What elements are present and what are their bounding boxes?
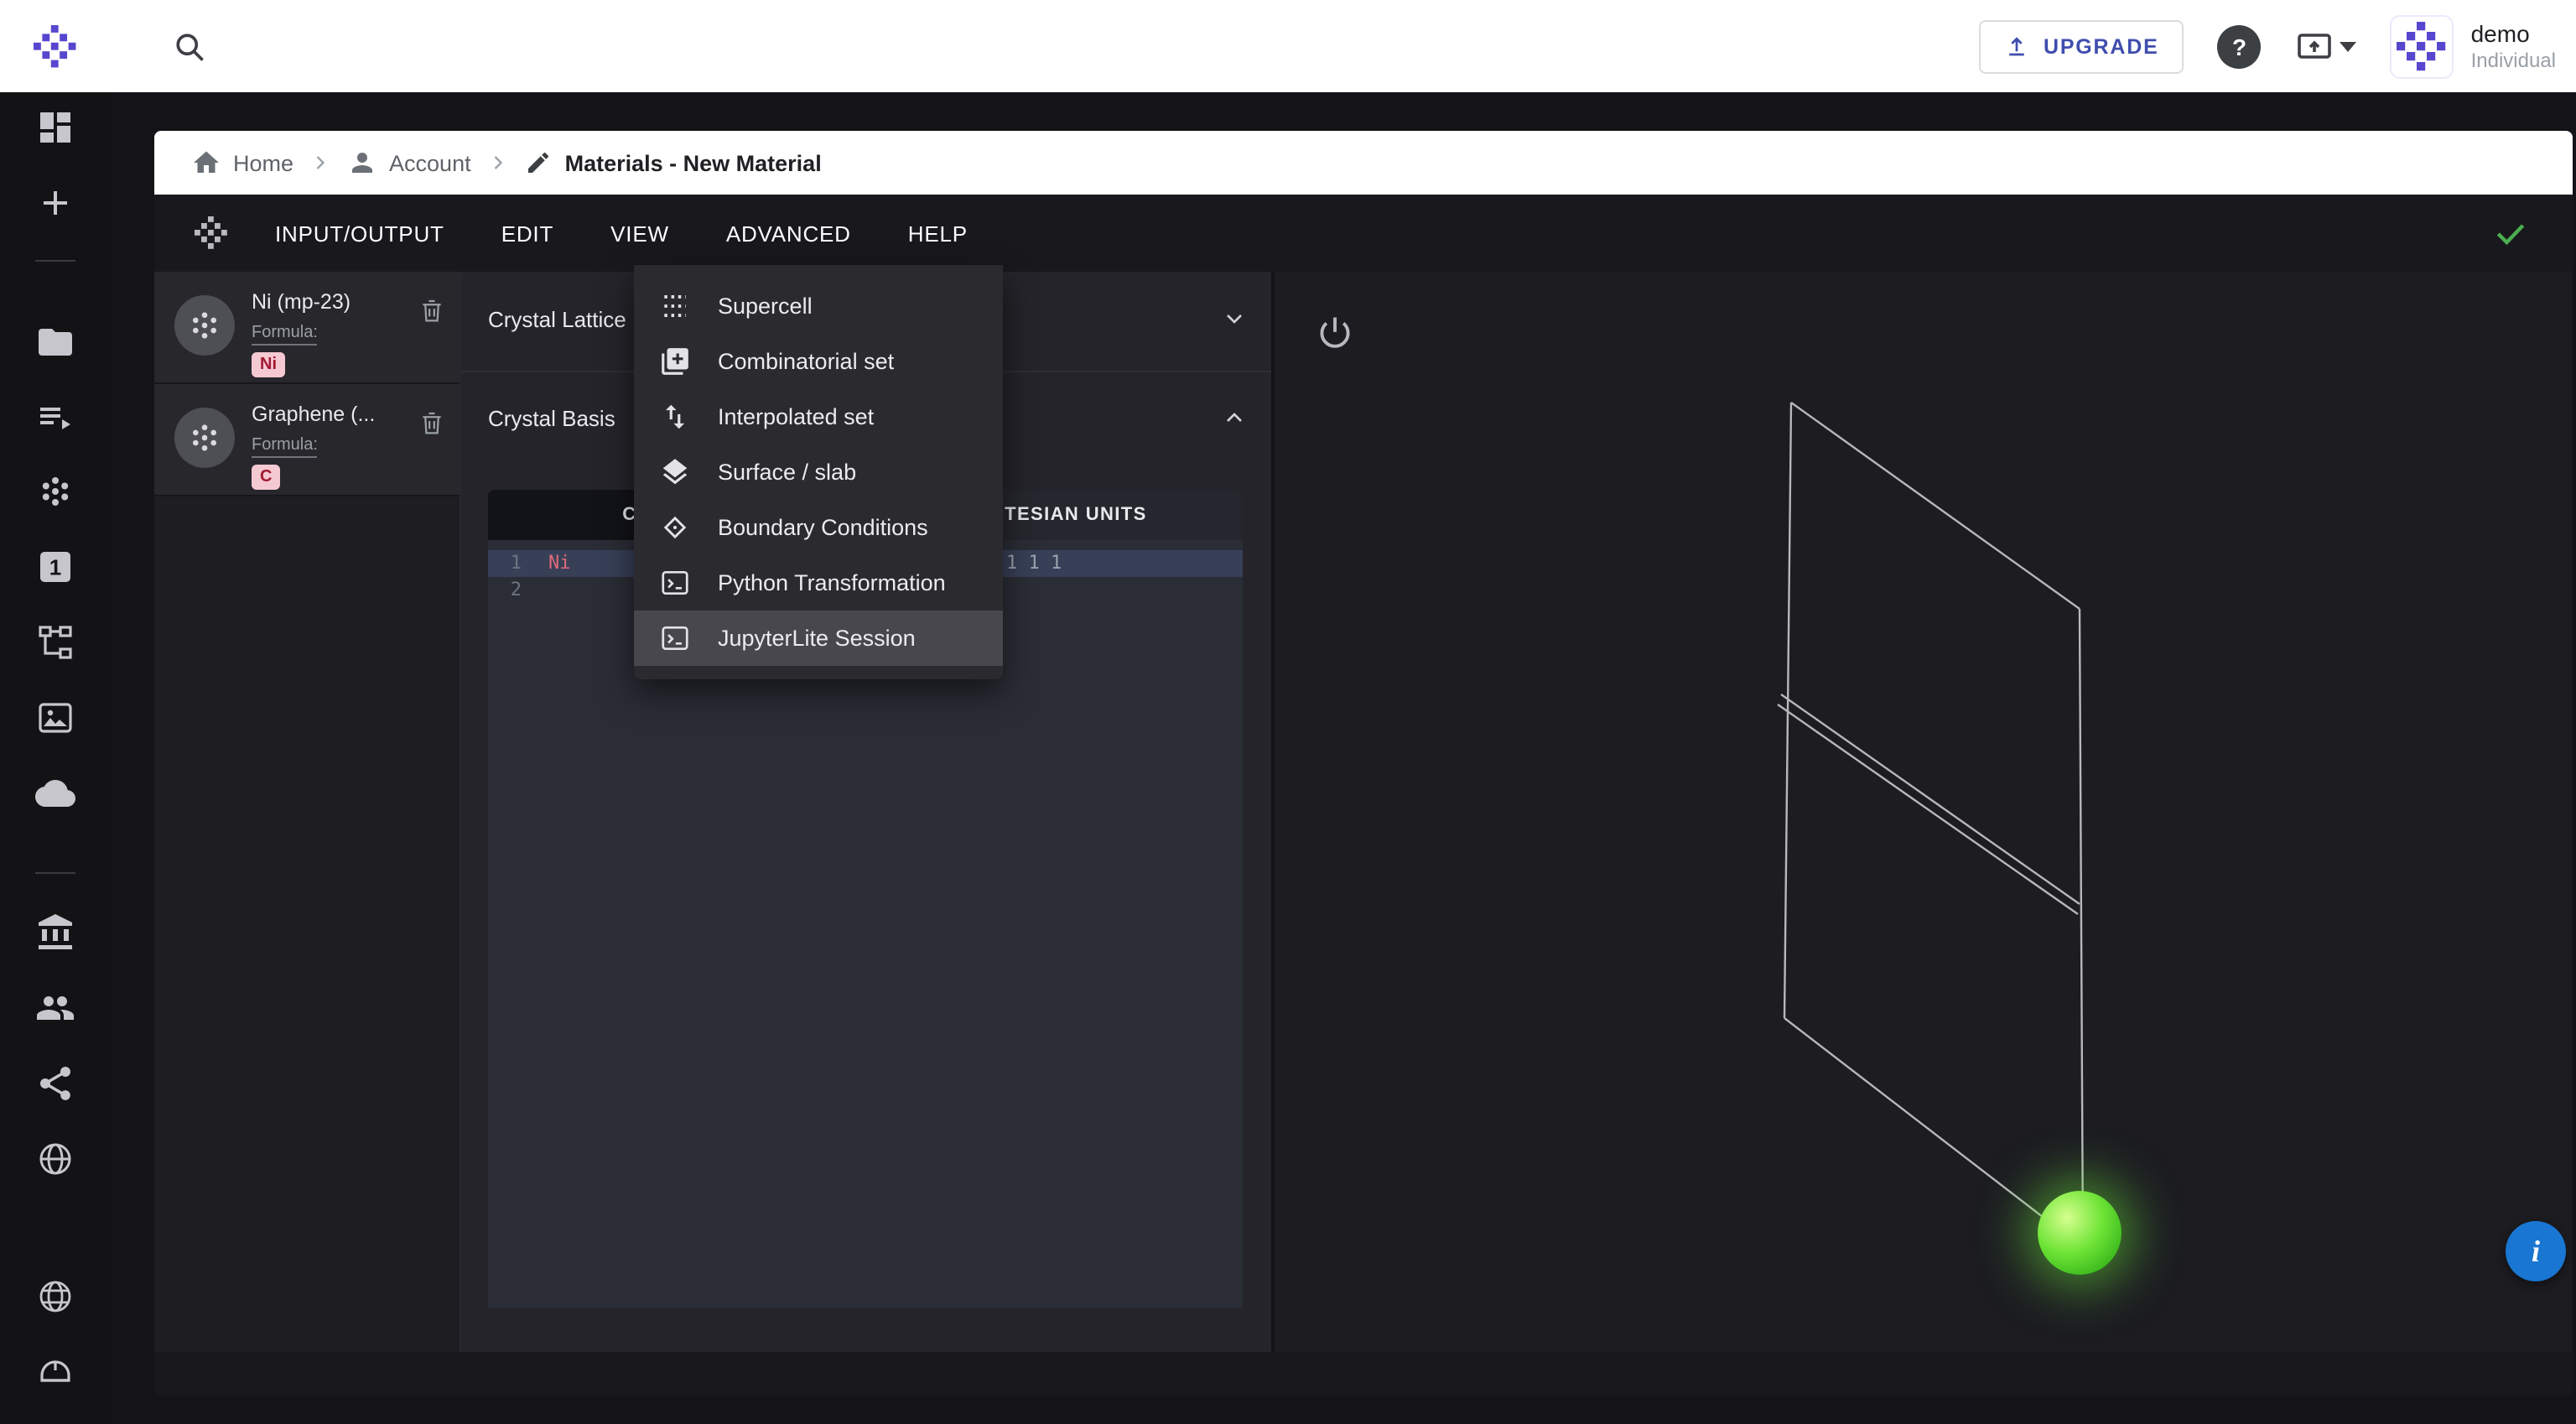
formula-chip: Ni	[252, 352, 285, 377]
add-icon[interactable]	[35, 183, 75, 223]
top-bar: UPGRADE ? demo Individual	[0, 0, 2576, 92]
combinatorial-add-icon	[657, 346, 691, 377]
chevron-down-icon[interactable]	[1221, 305, 1248, 332]
looks-one-icon[interactable]: 1	[35, 547, 75, 587]
materials-list: Ni (mp-23) Formula: Ni Graphene (... For…	[154, 272, 461, 1352]
material-item-ni[interactable]: Ni (mp-23) Formula: Ni	[154, 272, 460, 384]
material-item-graphene[interactable]: Graphene (... Formula: C	[154, 384, 460, 496]
materials-icon[interactable]	[35, 471, 75, 512]
coords-token: 1 1 1	[1006, 552, 1062, 574]
chevron-right-icon	[494, 156, 502, 169]
user-name: demo	[2470, 19, 2530, 46]
brand-logo-icon[interactable]	[0, 24, 111, 68]
breadcrumb-account[interactable]: Account	[347, 148, 471, 178]
element-token: Ni	[548, 552, 571, 574]
chevron-up-icon[interactable]	[1221, 404, 1248, 431]
material-avatar-icon	[174, 408, 235, 468]
svg-text:1: 1	[49, 555, 61, 580]
terminal-icon	[657, 622, 691, 654]
media-image-icon[interactable]	[35, 698, 75, 738]
dashboard-icon[interactable]	[35, 107, 75, 148]
menu-item-python-transformation[interactable]: Python Transformation	[634, 555, 1003, 611]
cloud-icon[interactable]	[34, 773, 75, 813]
menu-item-combinatorial-set[interactable]: Combinatorial set	[634, 334, 1003, 389]
swap-vertical-icon	[657, 401, 691, 433]
designer-menubar: INPUT/OUTPUT EDIT VIEW ADVANCED HELP	[154, 195, 2573, 272]
bank-icon[interactable]	[35, 912, 75, 953]
workflows-tree-icon[interactable]	[35, 622, 75, 663]
apply-check-icon[interactable]	[2492, 215, 2529, 252]
help-icon[interactable]: ?	[2217, 24, 2262, 68]
upgrade-label: UPGRADE	[2043, 34, 2159, 58]
atom-sphere[interactable]	[2038, 1191, 2122, 1275]
rail-divider	[35, 260, 75, 262]
material-title: Ni (mp-23)	[252, 290, 351, 314]
material-title: Graphene (...	[252, 403, 376, 426]
card-footer-strip	[154, 1352, 2573, 1395]
user-plan: Individual	[2470, 48, 2556, 71]
web-globe-icon[interactable]	[35, 1276, 75, 1317]
advanced-dropdown-menu: Supercell Combinatorial set Interpolated…	[634, 265, 1003, 679]
team-icon[interactable]	[35, 988, 75, 1028]
info-button[interactable]: i	[2506, 1221, 2566, 1281]
formula-label: Formula:	[252, 324, 318, 346]
terminal-icon	[657, 567, 691, 599]
helmet-icon[interactable]	[35, 1352, 75, 1392]
menu-input-output[interactable]: INPUT/OUTPUT	[275, 221, 444, 246]
diamond-icon	[657, 512, 691, 543]
menu-view[interactable]: VIEW	[610, 221, 669, 246]
rail-divider	[35, 872, 75, 874]
menu-item-supercell[interactable]: Supercell	[634, 278, 1003, 334]
app-window: UPGRADE ? demo Individual 1 Home Account…	[0, 0, 2576, 1424]
layers-icon	[657, 456, 691, 488]
formula-label: Formula:	[252, 436, 318, 458]
supercell-grid-icon	[657, 290, 691, 322]
upgrade-button[interactable]: UPGRADE	[1979, 19, 2184, 73]
menu-item-interpolated-set[interactable]: Interpolated set	[634, 389, 1003, 444]
unit-cell-wireframe	[1777, 402, 2085, 1249]
environment-switch-icon[interactable]	[2295, 26, 2357, 66]
edit-pencil-icon	[527, 152, 548, 173]
designer-logo-icon	[195, 216, 228, 250]
formula-chip: C	[252, 465, 281, 490]
left-rail: 1	[0, 92, 111, 1424]
globe-icon[interactable]	[35, 1139, 75, 1179]
folder-icon[interactable]	[35, 322, 75, 362]
menu-edit[interactable]: EDIT	[501, 221, 553, 246]
chevron-right-icon	[316, 156, 325, 169]
breadcrumb-current: Materials - New Material	[525, 149, 822, 176]
delete-material-icon[interactable]	[418, 408, 446, 448]
structure-viewer[interactable]: i	[1271, 272, 2573, 1352]
menu-item-boundary-conditions[interactable]: Boundary Conditions	[634, 500, 1003, 555]
breadcrumb-home[interactable]: Home	[191, 148, 293, 178]
user-avatar[interactable]	[2390, 14, 2454, 78]
workspace: Ni (mp-23) Formula: Ni Graphene (... For…	[154, 272, 2573, 1352]
main-card: Home Account Materials - New Material IN…	[154, 131, 2573, 1395]
user-menu[interactable]: demo Individual	[2390, 14, 2556, 78]
delete-material-icon[interactable]	[418, 295, 446, 335]
menu-item-jupyterlite-session[interactable]: JupyterLite Session	[634, 611, 1003, 666]
menu-item-surface-slab[interactable]: Surface / slab	[634, 444, 1003, 500]
menu-advanced[interactable]: ADVANCED	[726, 221, 851, 246]
upload-icon	[2005, 34, 2030, 59]
material-avatar-icon	[174, 295, 235, 356]
menu-help[interactable]: HELP	[908, 221, 968, 246]
jobs-list-icon[interactable]	[35, 398, 75, 438]
search-icon[interactable]	[171, 28, 208, 65]
breadcrumb: Home Account Materials - New Material	[154, 131, 2573, 195]
share-icon[interactable]	[35, 1063, 75, 1104]
